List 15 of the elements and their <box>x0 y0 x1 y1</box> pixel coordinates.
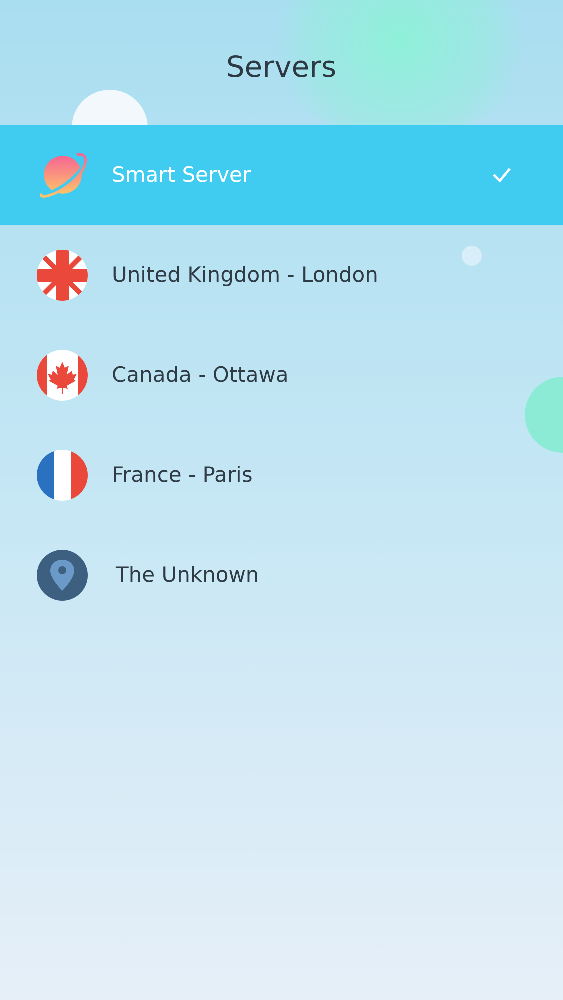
location-pin-icon <box>37 550 88 600</box>
page-title: Servers <box>226 48 337 84</box>
server-item[interactable]: France - Paris <box>0 425 563 525</box>
server-name: The Unknown <box>115 563 260 587</box>
server-name: United Kingdom - London <box>112 263 380 287</box>
flag-icon <box>37 250 88 300</box>
server-name: Smart Server <box>112 163 252 187</box>
flag-icon <box>37 350 88 400</box>
server-item[interactable]: The Unknown <box>0 525 563 625</box>
flag-icon <box>37 450 88 500</box>
server-name: Canada - Ottawa <box>112 363 290 387</box>
server-item[interactable]: United Kingdom - London <box>0 225 563 325</box>
server-name: France - Paris <box>112 463 254 487</box>
bubble-decoration <box>462 246 482 266</box>
server-item[interactable]: Canada - Ottawa <box>0 325 563 425</box>
